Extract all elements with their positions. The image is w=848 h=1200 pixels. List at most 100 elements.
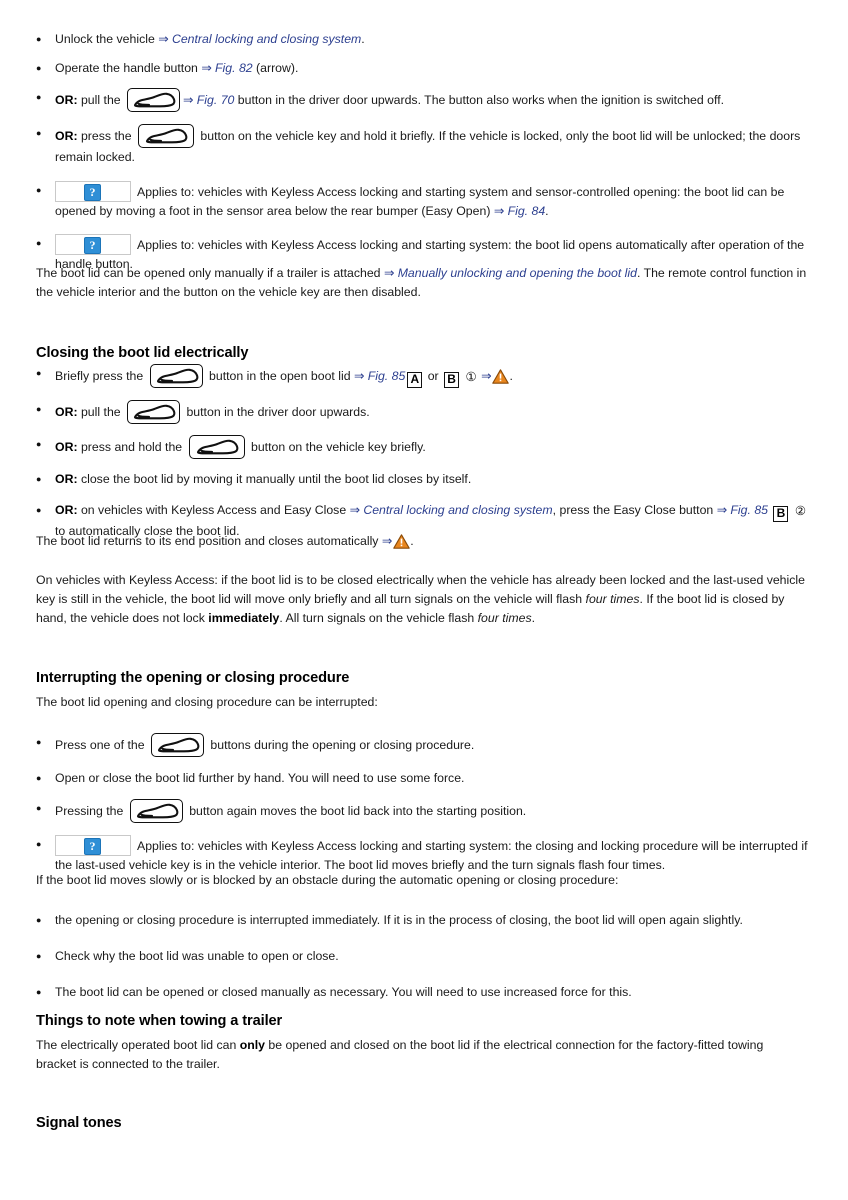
bullet-list: Unlock the vehicle ⇒ Central locking and…	[36, 29, 826, 274]
list-item-text-after: .	[545, 204, 549, 219]
xref-fig-70[interactable]: Fig. 70	[197, 93, 235, 107]
car-boot-open-icon[interactable]	[188, 435, 245, 459]
interrupting-intro-paragraph: The boot lid opening and closing procedu…	[36, 695, 378, 709]
emphasis-four-times: four times	[585, 592, 640, 607]
list-item-close-manually: OR: close the boot lid by moving it manu…	[36, 469, 811, 489]
arrow-icon: ⇒	[381, 534, 393, 548]
list-item-text-after: .	[509, 369, 513, 383]
list-item-text: the opening or closing procedure is inte…	[55, 913, 743, 927]
list-item-text: pull the	[77, 93, 125, 108]
list-item-operate-handle-button: Operate the handle button ⇒ Fig. 82 (arr…	[36, 59, 826, 78]
list-item-text: Pressing the	[55, 804, 127, 819]
list-item-open-close-by-hand: Open or close the boot lid further by ha…	[36, 768, 826, 788]
list-item-text-after: button again moves the boot lid back int…	[185, 804, 527, 819]
list-item-text-after: buttons during the opening or closing pr…	[206, 738, 475, 752]
broken-image-placeholder-icon: ?	[55, 835, 131, 857]
question-mark-glyph: ?	[84, 838, 101, 856]
obstacle-bullet-list: the opening or closing procedure is inte…	[36, 910, 743, 1002]
or-prefix: OR:	[55, 93, 78, 108]
list-item-procedure-interrupted: the opening or closing procedure is inte…	[36, 910, 743, 930]
callout-box-a: A	[407, 372, 423, 388]
xref-fig-82[interactable]: Fig. 82	[215, 61, 253, 75]
obstacle-intro-paragraph: If the boot lid moves slowly or is block…	[36, 873, 619, 887]
warning-triangle-icon	[393, 534, 410, 549]
bullet-list: Press one of the buttons during the open…	[36, 733, 826, 875]
xref-fig-85[interactable]: Fig. 85	[730, 503, 768, 517]
broken-image-placeholder-icon: ?	[55, 181, 131, 203]
list-item-text: close the boot lid by moving it manually…	[77, 472, 472, 486]
trailer-manual-note-paragraph: The boot lid can be opened only manually…	[36, 264, 811, 302]
list-item-text: The boot lid can be opened or closed man…	[55, 985, 632, 1000]
xref-fig-85[interactable]: Fig. 85	[368, 369, 406, 383]
car-boot-open-icon[interactable]	[129, 799, 183, 824]
list-item-text: Check why the boot lid was unable to ope…	[55, 949, 339, 964]
xref-central-locking[interactable]: Central locking and closing system	[363, 503, 552, 517]
or-prefix: OR:	[55, 440, 78, 454]
arrow-icon: ⇒	[353, 369, 365, 383]
list-item-text: Applies to: vehicles with Keyless Access…	[55, 185, 785, 219]
list-item-text: Open or close the boot lid further by ha…	[55, 771, 465, 785]
end-position-note-paragraph: The boot lid returns to its end position…	[36, 532, 414, 551]
list-item-pull-driver-door-button: OR: pull the ⇒ Fig. 70 button in the dri…	[36, 88, 826, 113]
list-item-press-one-of-buttons: Press one of the buttons during the open…	[36, 733, 826, 757]
car-boot-open-icon[interactable]	[149, 364, 203, 388]
arrow-icon: ⇒	[493, 204, 505, 219]
paragraph-text: . All turn signals on the vehicle flash	[279, 611, 478, 626]
or-prefix: OR:	[55, 472, 78, 486]
broken-image-placeholder-icon: ?	[55, 234, 131, 256]
list-item-text-after: button in the driver door upwards.	[183, 405, 370, 419]
bullet-list: the opening or closing procedure is inte…	[36, 910, 743, 1002]
list-item-keyless-easy-open: ?Applies to: vehicles with Keyless Acces…	[36, 181, 826, 221]
heading-signal-tones: Signal tones	[36, 1115, 122, 1131]
car-boot-open-icon[interactable]	[127, 400, 181, 424]
arrow-icon: ⇒	[716, 503, 727, 518]
list-item-text: pull the	[77, 405, 125, 419]
callout-box-b: B	[773, 506, 789, 523]
list-item-text-mid: , press the Easy Close button	[552, 503, 717, 518]
emphasis-four-times: four times	[477, 611, 532, 626]
list-item-keyless-interrupt-note: ?Applies to: vehicles with Keyless Acces…	[36, 835, 826, 875]
car-boot-open-icon[interactable]	[137, 124, 194, 149]
list-item-text: Press one of the	[55, 738, 148, 752]
or-prefix: OR:	[55, 405, 78, 419]
circled-number-1: ①	[465, 370, 477, 384]
paragraph-text-after: .	[410, 534, 414, 548]
list-item-text-after: .	[361, 32, 365, 46]
question-mark-glyph: ?	[84, 184, 101, 202]
opening-boot-lid-list: Unlock the vehicle ⇒ Central locking and…	[36, 29, 826, 274]
conjunction-text: or	[424, 369, 443, 383]
list-item-unlock-vehicle: Unlock the vehicle ⇒ Central locking and…	[36, 29, 826, 49]
callout-box-b: B	[444, 372, 460, 388]
list-item-text-after: button on the vehicle key briefly.	[247, 440, 426, 454]
strong-immediately: immediately	[208, 611, 280, 626]
car-boot-open-icon[interactable]	[150, 733, 204, 757]
list-item-press-hold-key-close: OR: press and hold the button on the veh…	[36, 435, 811, 459]
paragraph-text: .	[531, 611, 536, 626]
interrupting-bullet-list: Press one of the buttons during the open…	[36, 733, 826, 875]
arrow-icon: ⇒	[158, 32, 169, 46]
paragraph-text: The electrically operated boot lid can	[36, 1038, 240, 1052]
xref-fig-84[interactable]: Fig. 84	[508, 204, 546, 218]
bullet-list: Briefly press the button in the open boo…	[36, 364, 811, 541]
warning-triangle-icon	[492, 369, 510, 384]
keyless-access-paragraph: On vehicles with Keyless Access: if the …	[36, 571, 811, 628]
xref-central-locking[interactable]: Central locking and closing system	[172, 32, 361, 46]
list-item-manual-operation: The boot lid can be opened or closed man…	[36, 983, 743, 1002]
list-item-pressing-button-again: Pressing the button again moves the boot…	[36, 799, 826, 824]
or-prefix: OR:	[55, 503, 78, 518]
arrow-icon: ⇒	[201, 61, 212, 76]
paragraph-text: The boot lid returns to its end position…	[36, 534, 382, 548]
towing-trailer-paragraph: The electrically operated boot lid can o…	[36, 1036, 796, 1074]
list-item-text-mid: button in the open boot lid	[205, 369, 354, 383]
strong-only: only	[239, 1038, 265, 1052]
list-item-check-why: Check why the boot lid was unable to ope…	[36, 947, 743, 966]
xref-manually-unlocking[interactable]: Manually unlocking and opening the boot …	[398, 266, 637, 280]
list-item-text: on vehicles with Keyless Access and Easy…	[77, 503, 350, 518]
arrow-icon: ⇒	[383, 266, 395, 280]
manual-page: Unlock the vehicle ⇒ Central locking and…	[0, 0, 848, 1131]
heading-closing-boot-lid: Closing the boot lid electrically	[36, 345, 249, 361]
list-item-text-after: button in the driver door upwards. The b…	[234, 93, 725, 108]
car-boot-open-icon[interactable]	[127, 88, 181, 113]
list-item-text: Unlock the vehicle	[55, 32, 159, 46]
circled-number-2: ②	[794, 504, 807, 519]
